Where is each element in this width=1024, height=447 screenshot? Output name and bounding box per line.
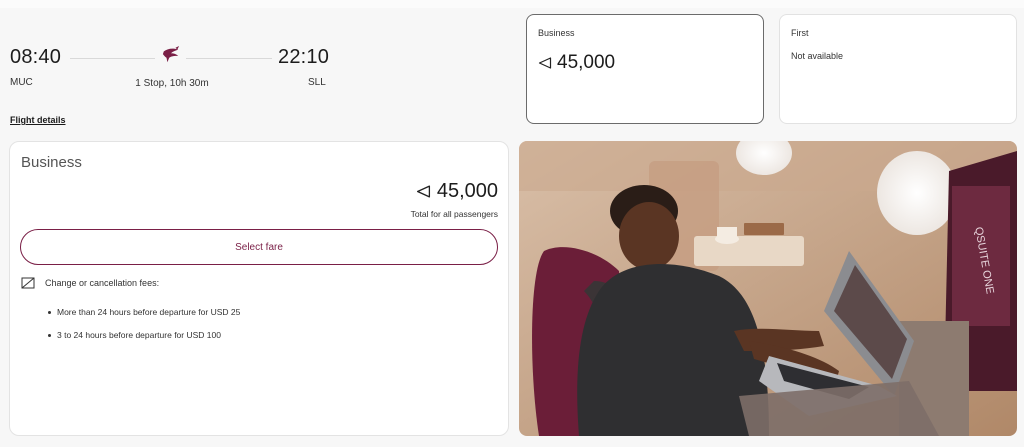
top-strip <box>0 0 1024 8</box>
list-item: More than 24 hours before departure for … <box>48 307 240 317</box>
route-line-right <box>186 58 272 59</box>
cabin-card-business[interactable]: Business 45,000 <box>526 14 764 124</box>
bullet <box>48 333 51 337</box>
fare-total-note: Total for all passengers <box>410 209 498 219</box>
departure-time: 08:40 <box>10 46 62 68</box>
fare-panel: Business 45,000 Total for all passengers… <box>9 141 509 436</box>
select-fare-button[interactable]: Select fare <box>20 229 498 265</box>
route-line-left <box>70 58 155 59</box>
oryx-logo-icon <box>162 46 180 63</box>
cabin-name: Business <box>538 28 575 38</box>
avios-icon <box>416 185 430 198</box>
stops-duration: 1 Stop, 10h 30m <box>135 78 209 89</box>
fee-text: More than 24 hours before departure for … <box>57 307 241 317</box>
fees-label: Change or cancellation fees: <box>45 278 160 288</box>
cabin-price-value: 45,000 <box>557 52 616 73</box>
cabin-price: 45,000 <box>538 52 615 74</box>
departure-airport: MUC <box>10 77 33 88</box>
cabin-name: First <box>791 28 809 38</box>
bullet <box>48 310 51 314</box>
business-cabin-image: QSUITE ONE <box>519 141 1017 436</box>
fare-title: Business <box>21 154 82 171</box>
avios-icon <box>538 57 552 69</box>
fare-price-value: 45,000 <box>436 180 498 202</box>
no-change-icon <box>21 277 35 289</box>
fees-header: Change or cancellation fees: <box>21 277 159 289</box>
arrival-airport: SLL <box>308 77 326 88</box>
list-item: 3 to 24 hours before departure for USD 1… <box>48 330 221 340</box>
fee-text: 3 to 24 hours before departure for USD 1… <box>57 330 221 340</box>
cabin-card-first: First Not available <box>779 14 1017 124</box>
fare-price: 45,000 <box>416 180 498 203</box>
cabin-availability: Not available <box>791 51 844 61</box>
arrival-time: 22:10 <box>278 46 330 68</box>
flight-details-link[interactable]: Flight details <box>10 115 66 125</box>
